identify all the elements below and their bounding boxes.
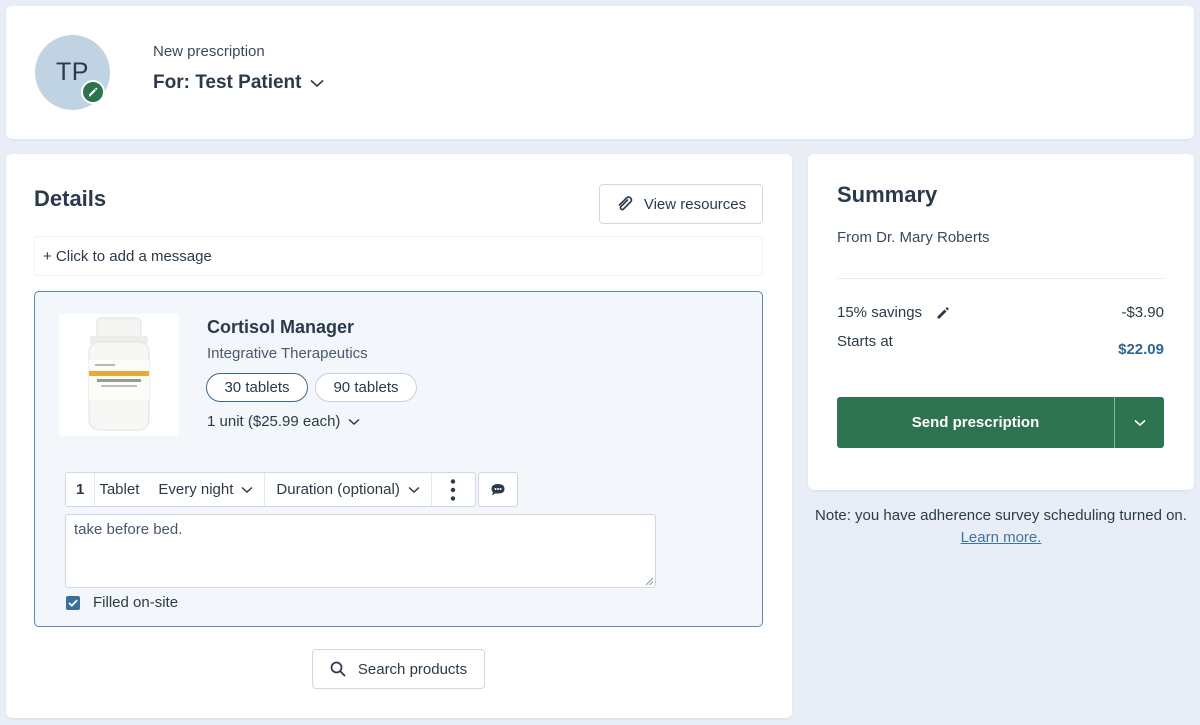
size-option-90-tablets[interactable]: 90 tablets: [315, 373, 417, 402]
product-card: Cortisol Manager Integrative Therapeutic…: [34, 291, 763, 627]
chevron-down-icon: [1133, 419, 1146, 426]
search-icon: [330, 661, 346, 677]
add-message-field[interactable]: + Click to add a message: [34, 236, 763, 276]
savings-row: 15% savings: [837, 304, 950, 321]
summary-title: Summary: [837, 182, 938, 207]
send-prescription-group: Send prescription: [837, 397, 1164, 448]
search-products-label: Search products: [357, 660, 468, 678]
duration-dropdown[interactable]: Duration (optional): [265, 473, 432, 506]
product-name: Cortisol Manager: [207, 317, 355, 337]
unit-quantity-selector[interactable]: 1 unit ($25.99 each): [207, 413, 360, 430]
chevron-down-icon: [309, 79, 324, 87]
dose-unit: Tablet: [95, 473, 147, 506]
prescription-header: TP New prescription For: Test Patient: [6, 6, 1194, 139]
details-title: Details: [34, 186, 107, 211]
checkmark-icon: [68, 599, 78, 607]
dose-quantity-input[interactable]: 1: [66, 473, 96, 506]
header-subtitle: New prescription: [153, 43, 265, 60]
dose-quantity-value: 1: [76, 481, 85, 498]
send-options-dropdown[interactable]: [1114, 397, 1164, 448]
starts-at-label: Starts at: [837, 333, 893, 350]
view-resources-button[interactable]: View resources: [599, 184, 763, 224]
chevron-down-icon: [408, 486, 420, 493]
frequency-value: Every night: [158, 481, 234, 498]
frequency-dropdown[interactable]: Every night: [147, 473, 266, 506]
learn-more-link[interactable]: Learn more.: [961, 529, 1042, 546]
patient-selector[interactable]: For: Test Patient: [153, 72, 324, 94]
chevron-down-icon: [241, 486, 253, 493]
adherence-note-text: Note: you have adherence survey scheduli…: [815, 507, 1187, 524]
product-image: [59, 314, 179, 436]
product-brand: Integrative Therapeutics: [207, 345, 368, 362]
patient-label: For: Test Patient: [153, 72, 302, 93]
instructions-textarea[interactable]: take before bed.: [65, 514, 656, 588]
size-option-30-tablets[interactable]: 30 tablets: [206, 373, 308, 402]
search-products-button[interactable]: Search products: [312, 649, 485, 689]
details-panel: Details View resources + Click to add a …: [6, 154, 792, 718]
dose-unit-value: Tablet: [99, 481, 140, 498]
savings-value: -$3.90: [1121, 304, 1164, 321]
view-resources-label: View resources: [643, 195, 747, 213]
filled-on-site-label: Filled on-site: [93, 594, 179, 611]
summary-divider: [837, 278, 1164, 279]
chevron-down-icon: [348, 418, 360, 425]
speech-bubble-icon: [491, 483, 505, 495]
send-prescription-button[interactable]: Send prescription: [837, 397, 1114, 448]
unit-label: 1 unit ($25.99 each): [207, 413, 341, 430]
starts-at-price: $22.09: [1118, 341, 1164, 358]
duration-placeholder: Duration (optional): [276, 481, 400, 498]
resize-grip-icon[interactable]: [645, 577, 654, 586]
more-options-button[interactable]: [432, 473, 475, 506]
comment-button[interactable]: [478, 472, 518, 507]
edit-avatar-pencil-icon[interactable]: [81, 80, 105, 104]
prescriber-name: From Dr. Mary Roberts: [837, 229, 990, 246]
filled-on-site-checkbox[interactable]: [66, 596, 80, 610]
pencil-icon[interactable]: [936, 306, 950, 320]
summary-panel: Summary From Dr. Mary Roberts 15% saving…: [808, 154, 1194, 490]
paperclip-icon: [618, 196, 633, 211]
vertical-dots-icon: [451, 478, 456, 501]
adherence-note: Note: you have adherence survey scheduli…: [808, 505, 1194, 549]
savings-label: 15% savings: [837, 304, 923, 321]
dosage-bar: 1 Tablet Every night Duration (optional): [65, 472, 476, 507]
